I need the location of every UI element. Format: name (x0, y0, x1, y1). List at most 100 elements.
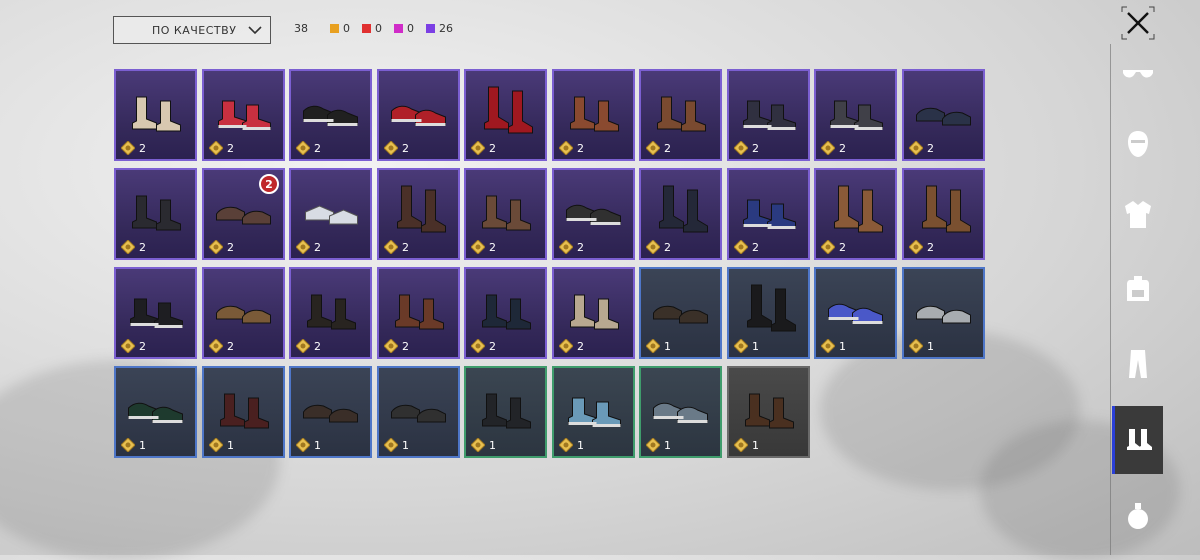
inventory-item[interactable]: 2 (639, 69, 722, 161)
shoes-icon (132, 195, 181, 231)
inventory-item[interactable]: 2 (902, 168, 985, 260)
shoes-icon (828, 303, 883, 324)
item-count: 2 (384, 141, 409, 155)
shoes-icon (307, 294, 356, 330)
inventory-item[interactable]: 2 (464, 69, 547, 161)
inventory-item[interactable]: 2 (202, 267, 285, 359)
item-count: 2 (121, 141, 146, 155)
item-count-label: 2 (402, 339, 409, 353)
item-count: 1 (734, 339, 759, 353)
inventory-item[interactable]: 1 (114, 366, 197, 458)
inventory-item[interactable]: 1 (464, 366, 547, 458)
item-count: 2 (209, 240, 234, 254)
inventory-item[interactable]: 2 (464, 267, 547, 359)
shoes-icon (657, 96, 706, 132)
coin-icon (121, 438, 135, 452)
tab-pants[interactable] (1112, 330, 1163, 398)
item-count-label: 1 (577, 438, 584, 452)
chevron-down-icon (248, 26, 262, 35)
inventory-item[interactable]: 1 (552, 366, 635, 458)
tab-shoes[interactable] (1112, 406, 1163, 474)
inventory-item[interactable]: 1 (727, 267, 810, 359)
inventory-item[interactable]: 1 (289, 366, 372, 458)
close-button[interactable] (1121, 6, 1155, 40)
inventory-item[interactable]: 1 (202, 366, 285, 458)
coin-icon (471, 339, 485, 353)
inventory-item[interactable]: 2 (902, 69, 985, 161)
inventory-item[interactable]: 2 (289, 69, 372, 161)
item-count-label: 1 (139, 438, 146, 452)
shoes-icon (303, 105, 358, 126)
inventory-item[interactable]: 2 (202, 69, 285, 161)
item-count-label: 2 (664, 240, 671, 254)
shoes-icon (916, 107, 971, 126)
coin-icon (559, 141, 573, 155)
inventory-item[interactable]: 1 (639, 366, 722, 458)
red-count: 0 (375, 22, 382, 35)
coin-icon (471, 141, 485, 155)
tab-backpack[interactable] (1112, 255, 1163, 323)
inventory-item[interactable]: 2 (552, 168, 635, 260)
shoes-icon (391, 404, 446, 423)
item-count-label: 2 (402, 141, 409, 155)
inventory-item[interactable]: 2 (464, 168, 547, 260)
tab-emote[interactable] (1112, 482, 1163, 550)
item-count-label: 1 (927, 339, 934, 353)
tab-eyewear[interactable] (1112, 40, 1163, 108)
coin-icon (384, 339, 398, 353)
item-count-label: 2 (139, 339, 146, 353)
inventory-item[interactable]: 1 (814, 267, 897, 359)
inventory-item[interactable]: 2 (727, 69, 810, 161)
shoes-icon (305, 205, 358, 225)
item-count-label: 1 (402, 438, 409, 452)
item-count: 1 (646, 438, 671, 452)
tab-mask[interactable] (1112, 110, 1163, 178)
item-count-label: 2 (402, 240, 409, 254)
inventory-item[interactable]: 2 (552, 69, 635, 161)
inventory-item[interactable]: 2 (727, 168, 810, 260)
coin-icon (821, 339, 835, 353)
shoes-icon (916, 305, 971, 324)
inventory-item[interactable]: 2 (552, 267, 635, 359)
inventory-item[interactable]: 2 (114, 168, 197, 260)
inventory-item[interactable]: 1 (902, 267, 985, 359)
item-count-label: 2 (227, 240, 234, 254)
item-count: 2 (559, 339, 584, 353)
mask-icon (1127, 131, 1148, 157)
inventory-item[interactable]: 1 (727, 366, 810, 458)
inventory-item[interactable]: 2 (814, 168, 897, 260)
shoes-icon (482, 294, 531, 330)
item-count: 1 (209, 438, 234, 452)
coin-icon (296, 339, 310, 353)
shoes-icon (570, 294, 619, 330)
item-count-label: 2 (489, 240, 496, 254)
inventory-item[interactable]: 2 (814, 69, 897, 161)
inventory-item[interactable]: 1 (639, 267, 722, 359)
inventory-item[interactable]: 2 (114, 69, 197, 161)
item-count: 1 (384, 438, 409, 452)
shoes-icon (659, 185, 708, 233)
item-count-label: 2 (577, 240, 584, 254)
shoes-icon (220, 393, 269, 429)
item-count: 2 (209, 141, 234, 155)
shoes-icon (216, 305, 271, 324)
inventory-item[interactable]: 1 (377, 366, 460, 458)
inventory-item[interactable]: 2 (377, 69, 460, 161)
tab-jacket[interactable] (1112, 180, 1163, 248)
item-count-label: 2 (227, 141, 234, 155)
coin-icon (296, 240, 310, 254)
shoes-icon (568, 397, 621, 427)
inventory-item[interactable]: 2 (289, 267, 372, 359)
item-count-label: 1 (752, 438, 759, 452)
inventory-item[interactable]: 2 (377, 168, 460, 260)
pink-swatch (394, 24, 403, 33)
inventory-item[interactable]: 2 (377, 267, 460, 359)
inventory-item[interactable]: 2 (114, 267, 197, 359)
inventory-item[interactable]: 2 (639, 168, 722, 260)
sort-dropdown[interactable]: ПО КАЧЕСТВУ (113, 16, 271, 44)
inventory-item[interactable]: 2 2 (202, 168, 285, 260)
item-count-label: 2 (139, 141, 146, 155)
item-count: 2 (121, 240, 146, 254)
inventory-item[interactable]: 2 (289, 168, 372, 260)
coin-icon (384, 438, 398, 452)
